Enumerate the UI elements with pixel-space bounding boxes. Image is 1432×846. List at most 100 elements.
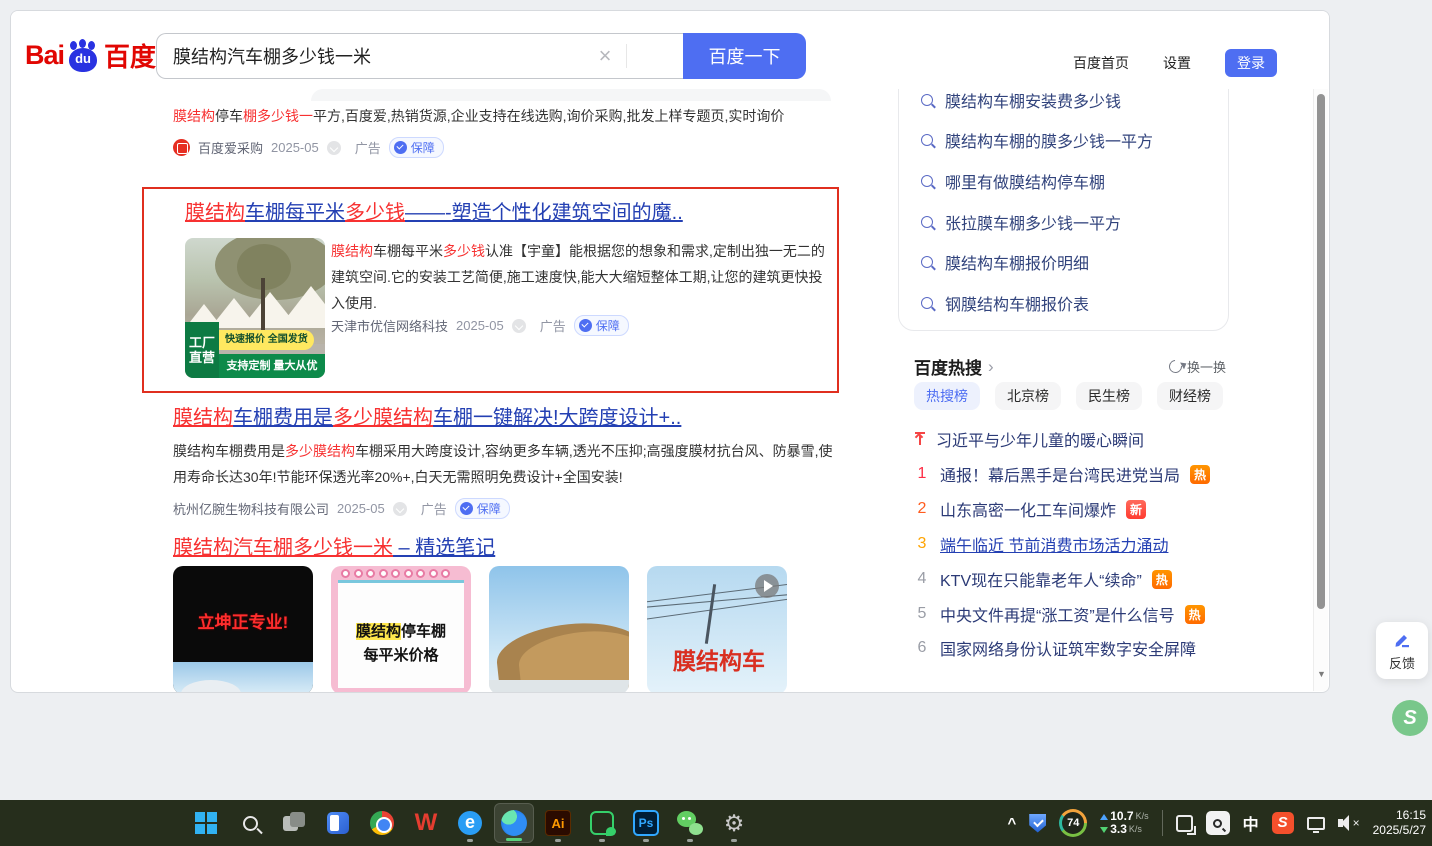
hot-item-2[interactable]: 2 山东高密一化工车间爆炸 新 [914, 497, 1229, 521]
sogou-input-icon[interactable]: S [1272, 812, 1294, 834]
result-source[interactable]: 天津市优信网络科技 [331, 316, 448, 335]
screen-capture-icon [590, 811, 614, 835]
scrollbar[interactable]: ▲ ▼ [1313, 12, 1328, 691]
result-date: 2025-05 [271, 140, 319, 155]
upload-arrow-icon [1100, 814, 1108, 820]
hot-item-3[interactable]: 3 端午临近 节前消费市场活力涌动 [914, 532, 1229, 556]
result-source[interactable]: 杭州亿腕生物科技有限公司 [173, 499, 329, 518]
start-button[interactable] [186, 803, 226, 843]
result-title[interactable]: 膜结构车棚费用是多少膜结构车棚一键解决!大跨度设计+.. [173, 407, 681, 429]
header-links: 百度首页 设置 登录 [1073, 49, 1277, 77]
hot-item-4[interactable]: 4 KTV现在只能靠老年人“续命” 热 [914, 567, 1229, 591]
tab-livelihood[interactable]: 民生榜 [1076, 382, 1142, 410]
chevron-right-icon[interactable]: › [988, 357, 994, 377]
ie-button[interactable]: e [450, 803, 490, 843]
result-thumbnail[interactable]: 工厂 直营 快速报价 全国发货 支持定制 量大从优 [185, 238, 325, 378]
search-result-3: 膜结构车棚费用是多少膜结构车棚一键解决!大跨度设计+.. 膜结构车棚费用是多少膜… [173, 405, 845, 519]
taskbar: W e Ai Ps [0, 800, 1432, 846]
assistant-bubble[interactable]: S [1392, 700, 1428, 736]
tray-expand-icon[interactable]: ^ [1007, 815, 1016, 832]
note-thumb-4[interactable]: 膜结构车 [647, 566, 787, 693]
result-description[interactable]: 膜结构车棚每平米多少钱认准【宇童】能根据您的想象和需求,定制出独一无二的建筑空间… [331, 238, 831, 316]
related-search-item[interactable]: 膜结构车棚报价明细 [921, 250, 1089, 274]
volume-muted-icon[interactable]: × [1338, 815, 1360, 831]
note-thumb-3[interactable] [489, 566, 629, 693]
guarantee-badge[interactable]: 保障 [455, 498, 510, 519]
performance-meter[interactable]: 74 [1059, 809, 1087, 837]
logo-text-cn: 百度 [104, 37, 156, 74]
clear-icon[interactable]: × [593, 44, 617, 68]
tab-finance[interactable]: 财经榜 [1157, 382, 1223, 410]
ime-indicator[interactable]: 中 [1243, 811, 1259, 835]
related-search-item[interactable]: 哪里有做膜结构停车棚 [921, 169, 1105, 193]
result-description[interactable]: 膜结构停车棚多少钱一平方,百度爱,热销货源,企业支持在线选购,询价采购,批发上样… [173, 103, 841, 129]
input-divider [626, 44, 627, 68]
ad-label: 广告 [540, 316, 566, 335]
related-search-item[interactable]: 钢膜结构车棚报价表 [921, 291, 1089, 315]
link-baidu-home[interactable]: 百度首页 [1073, 53, 1129, 73]
guarantee-badge[interactable]: 保障 [389, 137, 444, 158]
result-meta: 杭州亿腕生物科技有限公司 2025-05 广告 保障 [173, 498, 845, 519]
refresh-button[interactable]: 换一换 [1169, 357, 1226, 376]
illustrator-button[interactable]: Ai [538, 803, 578, 843]
feedback-button[interactable]: 反馈 [1376, 622, 1428, 679]
photoshop-button[interactable]: Ps [626, 803, 666, 843]
edge-button[interactable] [494, 803, 534, 843]
hot-item-1[interactable]: 1 通报！幕后黑手是台湾民进党当局 热 [914, 462, 1229, 486]
file-search-icon[interactable] [1206, 811, 1230, 835]
baidu-logo[interactable]: Bai du 百度 [25, 37, 156, 74]
related-search-item[interactable]: 膜结构车棚安装费多少钱 [921, 88, 1121, 112]
logo-text-bai: Bai [25, 40, 64, 71]
result-source[interactable]: 百度爱采购 [198, 138, 263, 157]
guarantee-badge[interactable]: 保障 [574, 315, 629, 336]
widgets-button[interactable] [318, 803, 358, 843]
search-icon [243, 816, 258, 831]
system-tray: ^ 74 10.7 K/s 3.3 K/s 中 S × [1007, 800, 1426, 846]
tab-beijing[interactable]: 北京榜 [995, 382, 1061, 410]
note-thumb-1[interactable]: 立坤正专业! [173, 566, 313, 693]
photoshop-icon: Ps [633, 810, 659, 836]
login-button[interactable]: 登录 [1225, 49, 1277, 77]
scrollbar-thumb[interactable] [1317, 94, 1325, 609]
hot-search-title[interactable]: 百度热搜 [914, 354, 982, 379]
taskbar-search-button[interactable] [230, 803, 270, 843]
wps-button[interactable]: W [406, 803, 446, 843]
network-speed[interactable]: 10.7 K/s 3.3 K/s [1100, 810, 1148, 836]
search-result-1: 膜结构停车棚多少钱一平方,百度爱,热销货源,企业支持在线选购,询价采购,批发上样… [173, 103, 841, 158]
search-button[interactable]: 百度一下 [683, 33, 806, 79]
taskbar-apps: W e Ai Ps [186, 800, 754, 846]
settings-button[interactable]: ⚙ [714, 803, 754, 843]
result-title[interactable]: 膜结构车棚每平米多少钱——-塑造个性化建筑空间的魔.. [185, 200, 805, 226]
task-view-button[interactable] [274, 803, 314, 843]
antivirus-shield-icon[interactable] [1029, 814, 1046, 833]
related-search-item[interactable]: 张拉膜车棚多少钱一平方 [921, 210, 1121, 234]
new-badge: 新 [1126, 500, 1146, 519]
note-thumb-2[interactable]: 膜结构停车棚 每平米价格 [331, 566, 471, 693]
chevron-down-icon[interactable] [327, 141, 341, 155]
network-icon[interactable] [1307, 817, 1325, 830]
result-title-notes[interactable]: 膜结构汽车棚多少钱一米 – 精选笔记 [173, 535, 845, 561]
related-search-item[interactable]: 膜结构车棚的膜多少钱一平方 [921, 128, 1153, 152]
link-settings[interactable]: 设置 [1163, 53, 1191, 73]
pencil-icon [1392, 630, 1412, 650]
logo-text-du: du [66, 51, 100, 66]
tab-hot-list[interactable]: 热搜榜 [914, 382, 980, 410]
screen-capture-button[interactable] [582, 803, 622, 843]
wechat-button[interactable] [670, 803, 710, 843]
snip-tool-icon[interactable] [1176, 815, 1193, 832]
baidu-aicaigou-icon [173, 139, 190, 156]
result-description[interactable]: 膜结构车棚费用是多少膜结构车棚采用大跨度设计,容纳更多车辆,透光不压抑;高强度膜… [173, 438, 845, 490]
scroll-down-icon[interactable]: ▼ [1314, 669, 1329, 679]
hot-item-top[interactable]: 习近平与少年儿童的暖心瞬间 [914, 427, 1229, 451]
wps-icon: W [415, 809, 438, 837]
hot-item-6[interactable]: 6 国家网络身份认证筑牢数字安全屏障 [914, 636, 1229, 660]
chrome-button[interactable] [362, 803, 402, 843]
chevron-down-icon[interactable] [512, 319, 526, 333]
active-indicator [506, 838, 522, 841]
hot-search-header: 百度热搜 › 换一换 [914, 354, 1226, 379]
task-view-icon [283, 812, 305, 834]
hot-item-5[interactable]: 5 中央文件再提“涨工资”是什么信号 热 [914, 602, 1229, 626]
thumb-tag-factory: 工厂 直营 [185, 322, 219, 378]
chevron-down-icon[interactable] [393, 502, 407, 516]
clock[interactable]: 16:15 2025/5/27 [1373, 808, 1426, 838]
